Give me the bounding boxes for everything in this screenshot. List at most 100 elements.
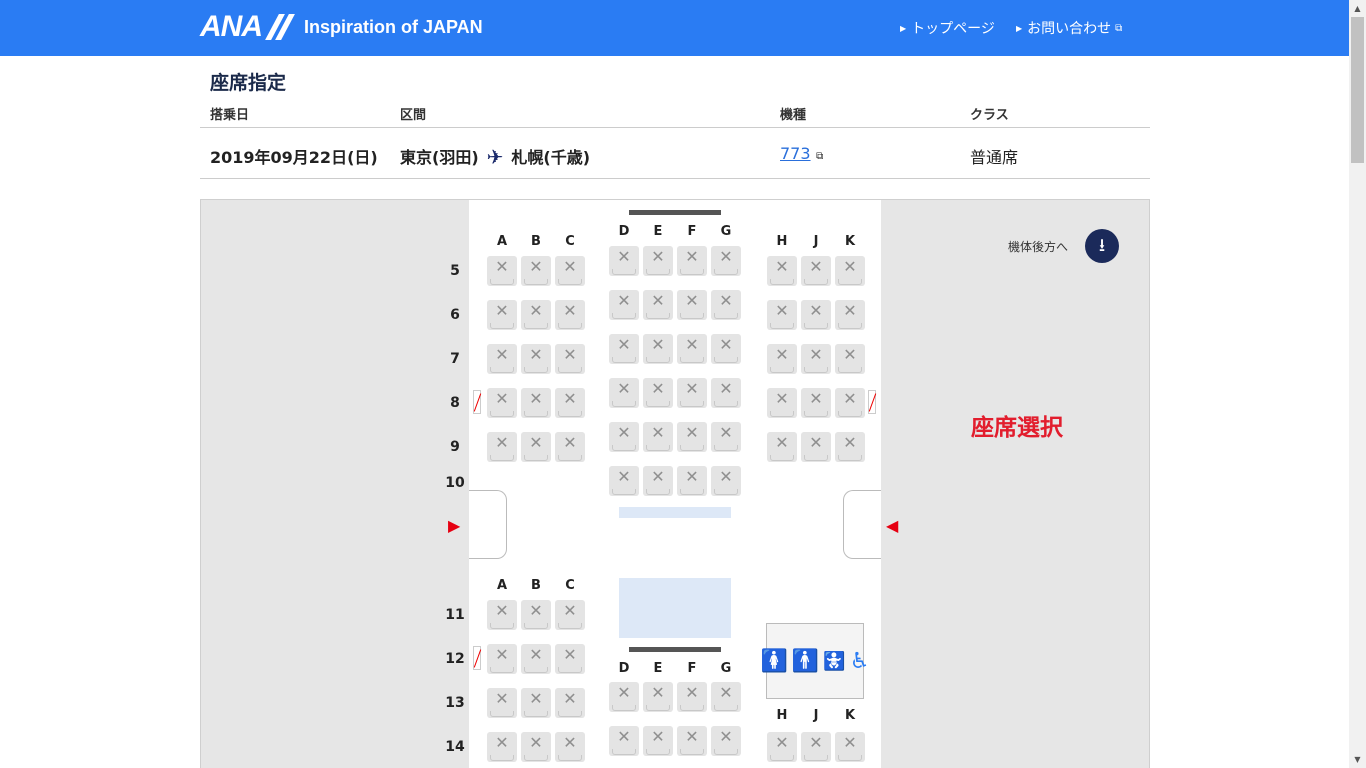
seat-occupied[interactable] [767,388,797,418]
seat-occupied[interactable] [609,422,639,452]
nav-top-page[interactable]: ▶ トップページ [900,18,995,38]
scroll-thumb[interactable] [1351,17,1364,163]
seat-occupied[interactable] [801,344,831,374]
seat-occupied[interactable] [677,682,707,712]
seat-occupied[interactable] [643,378,673,408]
seat-occupied[interactable] [555,644,585,674]
seat-occupied[interactable] [609,682,639,712]
seat-occupied[interactable] [835,300,865,330]
ana-logo[interactable]: ANA Inspiration of JAPAN [200,10,483,43]
seat-occupied[interactable] [711,246,741,276]
seat-occupied[interactable] [555,600,585,630]
seat-occupied[interactable] [643,290,673,320]
seat-occupied[interactable] [487,688,517,718]
seat-occupied[interactable] [521,600,551,630]
seat-occupied[interactable] [487,432,517,462]
seat-occupied[interactable] [711,726,741,756]
column-label: C [565,578,575,593]
seat-occupied[interactable] [767,732,797,762]
seat-occupied[interactable] [801,256,831,286]
seat-occupied[interactable] [609,290,639,320]
row-number: 12 [445,651,465,667]
bulkhead [629,210,721,215]
seat-occupied[interactable] [487,256,517,286]
seat-occupied[interactable] [555,432,585,462]
aircraft-header: 機種 [780,108,807,123]
seat-occupied[interactable] [521,300,551,330]
seat-occupied[interactable] [555,688,585,718]
seat-occupied[interactable] [711,682,741,712]
seat-occupied[interactable] [643,726,673,756]
seat-occupied[interactable] [487,644,517,674]
seat-occupied[interactable] [711,290,741,320]
seat-occupied[interactable] [835,344,865,374]
column-label: J [813,234,819,249]
column-label: B [531,234,541,249]
nav-contact[interactable]: ▶ お問い合わせ ⧉ [1016,18,1122,38]
seat-occupied[interactable] [643,682,673,712]
airplane-icon: ✈ [486,145,504,169]
seat-occupied[interactable] [521,432,551,462]
seat-occupied[interactable] [801,388,831,418]
aircraft-link[interactable]: 773 [780,144,811,163]
seat-occupied[interactable] [555,256,585,286]
vertical-scrollbar[interactable]: ▲ ▼ [1349,0,1366,768]
seat-occupied[interactable] [677,334,707,364]
external-window-icon: ⧉ [816,151,824,162]
seat-occupied[interactable] [677,726,707,756]
seat-occupied[interactable] [521,688,551,718]
column-label: E [653,224,663,239]
seat-occupied[interactable] [835,432,865,462]
seat-occupied[interactable] [487,300,517,330]
seat-occupied[interactable] [711,334,741,364]
seat-occupied[interactable] [555,732,585,762]
seat-occupied[interactable] [521,732,551,762]
seat-occupied[interactable] [767,344,797,374]
seat-occupied[interactable] [677,466,707,496]
seat-occupied[interactable] [521,344,551,374]
seat-occupied[interactable] [555,344,585,374]
seat-occupied[interactable] [609,246,639,276]
seat-occupied[interactable] [711,422,741,452]
seat-occupied[interactable] [677,378,707,408]
seat-occupied[interactable] [609,726,639,756]
seat-occupied[interactable] [521,644,551,674]
seat-occupied[interactable] [521,256,551,286]
seat-occupied[interactable] [835,256,865,286]
seat-occupied[interactable] [801,432,831,462]
seat-occupied[interactable] [487,732,517,762]
divider [200,178,1150,179]
seat-occupied[interactable] [801,300,831,330]
seat-occupied[interactable] [835,732,865,762]
seat-occupied[interactable] [677,422,707,452]
seat-occupied[interactable] [609,378,639,408]
seat-occupied[interactable] [643,422,673,452]
seat-occupied[interactable] [555,388,585,418]
exit-door-right [843,490,881,559]
seat-occupied[interactable] [643,466,673,496]
seat-occupied[interactable] [767,256,797,286]
seat-class: 普通席 [970,148,1019,167]
seat-occupied[interactable] [767,300,797,330]
scroll-up-icon[interactable]: ▲ [1349,0,1366,17]
rear-scroll-button[interactable]: ⭳ [1085,229,1119,263]
seat-occupied[interactable] [767,432,797,462]
row-number: 6 [450,307,460,323]
logo-stripes-icon [264,14,295,40]
seat-occupied[interactable] [677,290,707,320]
scroll-down-icon[interactable]: ▼ [1349,751,1366,768]
seat-occupied[interactable] [487,600,517,630]
seat-occupied[interactable] [835,388,865,418]
seat-occupied[interactable] [711,466,741,496]
seat-occupied[interactable] [643,246,673,276]
seat-occupied[interactable] [609,466,639,496]
seat-occupied[interactable] [801,732,831,762]
seat-occupied[interactable] [555,300,585,330]
seat-occupied[interactable] [487,344,517,374]
seat-occupied[interactable] [521,388,551,418]
seat-occupied[interactable] [677,246,707,276]
seat-occupied[interactable] [487,388,517,418]
seat-occupied[interactable] [609,334,639,364]
seat-occupied[interactable] [643,334,673,364]
seat-occupied[interactable] [711,378,741,408]
